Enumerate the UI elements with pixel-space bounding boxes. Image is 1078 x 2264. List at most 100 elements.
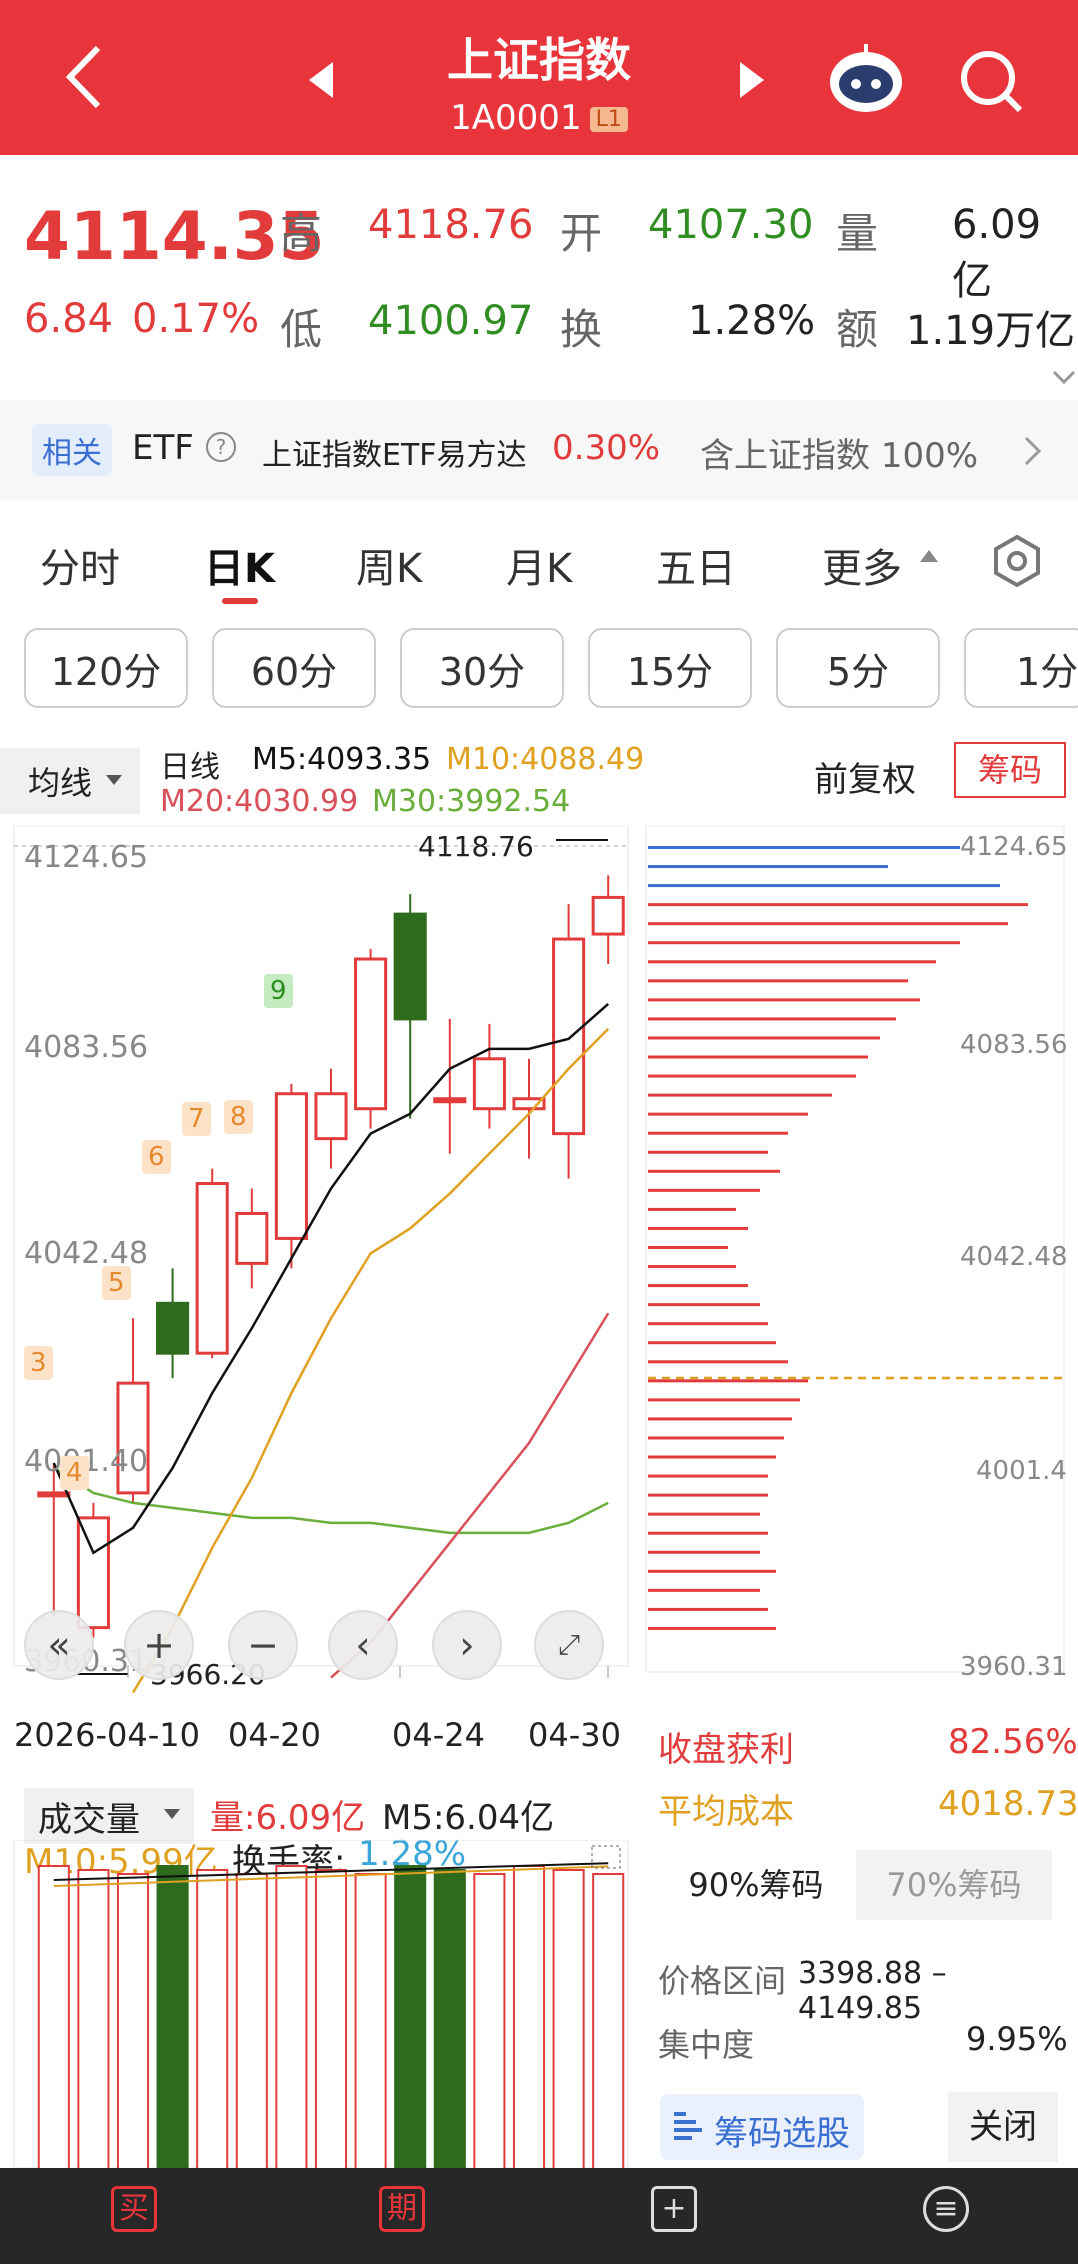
robot-assistant-icon[interactable]	[826, 42, 906, 118]
seq-marker: 6	[142, 1140, 171, 1174]
interval-1m[interactable]: 1分	[964, 628, 1078, 708]
candle-body	[195, 1182, 229, 1355]
amount-label: 额	[836, 305, 879, 354]
avg-cost-label: 平均成本	[658, 1792, 794, 1832]
volume-bar	[235, 1873, 268, 2168]
tab-70-chips[interactable]: 70%筹码	[856, 1850, 1052, 1920]
fullscreen-icon[interactable]: ⤢	[534, 1610, 604, 1680]
interval-30m[interactable]: 30分	[400, 628, 564, 708]
chip-bar	[648, 1226, 748, 1230]
etf-name[interactable]: 上证指数ETF易方达	[262, 430, 527, 474]
chip-bar	[648, 1398, 800, 1402]
chip-bar	[648, 1169, 780, 1173]
seq-marker: 3	[24, 1346, 53, 1380]
zoom-in-icon[interactable]: +	[124, 1610, 194, 1680]
zoom-out-icon[interactable]: −	[228, 1610, 298, 1680]
volume-bar	[77, 1869, 110, 2168]
chip-bar	[648, 1588, 760, 1592]
chip-bar	[648, 941, 960, 945]
chip-bar	[648, 1512, 760, 1516]
volume-label: 量	[836, 209, 879, 258]
amount-value: 1.19万亿	[906, 308, 1076, 354]
chip-bar	[648, 1531, 768, 1535]
tab-more[interactable]: 更多	[822, 536, 902, 594]
volume-bar	[592, 1873, 625, 2168]
etf-label: ETF	[132, 428, 194, 468]
turnover-label: 换	[560, 305, 603, 354]
futures-button[interactable]: 期	[302, 2168, 502, 2264]
tab-monthly-k[interactable]: 月K	[506, 536, 572, 594]
chip-bar	[648, 1074, 856, 1078]
chip-bar	[648, 1379, 808, 1383]
chip-y-label-3: 4042.48	[960, 1242, 1068, 1272]
date-label: 04-24	[392, 1716, 485, 1754]
chip-bar	[648, 1303, 760, 1307]
caret-down-icon	[104, 772, 124, 791]
kline-chart[interactable]	[0, 826, 640, 1726]
date-label-start: 2026-04-10	[14, 1716, 200, 1754]
volume-bar	[512, 1865, 546, 2168]
turnover-value: 1.28%	[688, 298, 816, 344]
next-stock-icon[interactable]	[738, 60, 768, 104]
volume-bar	[37, 1865, 70, 2168]
pan-right-icon[interactable]: ›	[432, 1610, 502, 1680]
chip-bar	[648, 1550, 760, 1554]
interval-120m[interactable]: 120分	[24, 628, 188, 708]
chip-bar	[648, 1493, 768, 1497]
tab-daily-k[interactable]: 日K	[204, 536, 275, 594]
price-range-value: 3398.88 – 4149.85	[798, 1956, 947, 2026]
candle-body	[76, 1516, 110, 1630]
adjust-mode[interactable]: 前复权	[814, 752, 916, 801]
tab-intraday[interactable]: 分时	[40, 536, 120, 594]
candle-body	[274, 1092, 308, 1240]
seq-marker: 4	[60, 1456, 89, 1490]
chip-bar	[648, 1284, 748, 1288]
interval-15m[interactable]: 15分	[588, 628, 752, 708]
tab-five-day[interactable]: 五日	[656, 536, 736, 594]
candle-body	[235, 1211, 269, 1265]
candle-body	[37, 1491, 71, 1498]
chip-bar	[648, 1093, 832, 1097]
etf-desc: 含上证指数 100%	[700, 436, 979, 476]
chip-bar	[648, 1188, 760, 1192]
expand-icon[interactable]	[1052, 370, 1076, 390]
tab-90-chips[interactable]: 90%筹码	[656, 1850, 856, 1920]
close-button[interactable]: 关闭	[948, 2092, 1058, 2162]
chips-button[interactable]: 筹码	[954, 742, 1066, 798]
chip-bar	[648, 998, 920, 1002]
volume-bar	[354, 1873, 387, 2168]
interval-60m[interactable]: 60分	[212, 628, 376, 708]
volume-chart[interactable]	[0, 1840, 640, 2168]
chip-bar	[648, 865, 888, 869]
profit-value: 82.56%	[948, 1722, 1078, 1762]
volume-value: 量:6.09亿	[210, 1798, 366, 1838]
more-button[interactable]: ≡	[846, 2168, 1046, 2264]
chip-bar	[648, 1607, 768, 1611]
y-label-3: 4042.48	[24, 1236, 149, 1271]
buy-button[interactable]: 买	[34, 2168, 234, 2264]
volume-bar	[196, 1869, 229, 2168]
help-icon[interactable]: ?	[206, 432, 236, 462]
add-watchlist-button[interactable]: +	[574, 2168, 774, 2264]
open-label: 开	[560, 209, 603, 258]
y-label-top: 4124.65	[24, 840, 149, 875]
rewind-icon[interactable]: «	[24, 1610, 94, 1680]
date-label-end: 04-30	[528, 1716, 621, 1754]
caret-up-icon	[918, 548, 940, 568]
pan-left-icon[interactable]: ‹	[328, 1610, 398, 1680]
search-icon[interactable]	[956, 46, 1026, 120]
seq-marker: 7	[182, 1102, 211, 1136]
volume-bar	[156, 1865, 189, 2168]
chip-y-label-4: 4001.4	[976, 1456, 1067, 1486]
interval-5m[interactable]: 5分	[776, 628, 940, 708]
settings-icon[interactable]	[990, 534, 1044, 592]
chip-bar	[648, 1360, 788, 1364]
candle-body	[314, 1092, 348, 1141]
chip-bar	[648, 1455, 776, 1459]
volume-bar	[394, 1865, 427, 2168]
volume-bar	[314, 1869, 348, 2168]
chip-bar	[648, 1265, 736, 1269]
kline-type: 日线	[160, 750, 220, 785]
chevron-right-icon[interactable]	[1024, 436, 1042, 470]
tab-weekly-k[interactable]: 周K	[356, 536, 422, 594]
